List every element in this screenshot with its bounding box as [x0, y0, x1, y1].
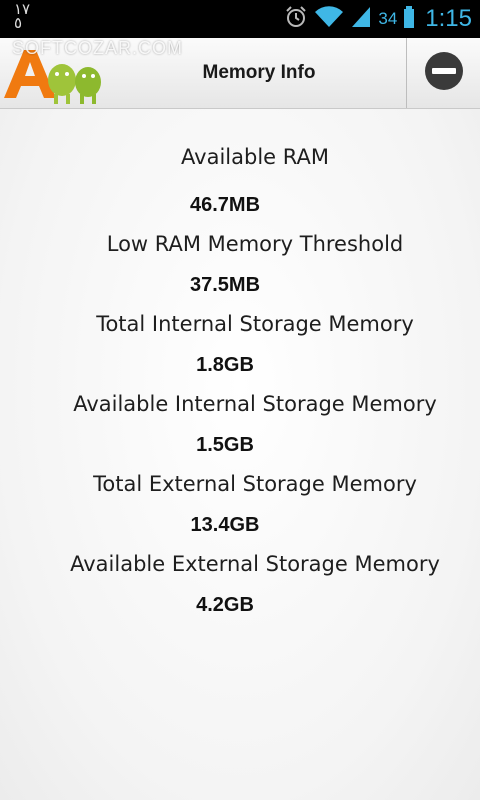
available-external-value: 4.2GB	[196, 594, 254, 616]
battery-level: 34	[378, 9, 398, 28]
battery-icon	[403, 5, 415, 33]
status-icons: 34 1:15	[284, 4, 472, 34]
signal-icon	[350, 5, 372, 33]
page-title: Memory Info	[202, 62, 316, 83]
status-left-text: ١٧ ٥	[14, 0, 31, 32]
available-external-label: Available External Storage Memory	[70, 552, 440, 576]
low-ram-threshold-label: Low RAM Memory Threshold	[106, 232, 404, 256]
available-internal-label: Available Internal Storage Memory	[73, 392, 437, 416]
clock: 1:15	[425, 5, 472, 32]
total-internal-label: Total Internal Storage Memory	[96, 312, 414, 336]
status-left-indicator: ١٧ ٥	[14, 0, 31, 32]
low-ram-threshold-value: 37.5MB	[189, 274, 261, 296]
available-ram-value: 46.7MB	[189, 194, 261, 216]
available-ram-label: Available RAM	[181, 145, 329, 169]
action-bar: SOFTCOZAR.COM Memory Info	[0, 38, 480, 109]
wifi-icon	[314, 5, 344, 33]
alarm-icon	[284, 5, 308, 33]
total-internal-value: 1.8GB	[196, 354, 254, 376]
memory-info-list: Available RAM 46.7MB Low RAM Memory Thre…	[0, 109, 480, 800]
status-bar: ١٧ ٥ 34 1:15	[0, 0, 480, 38]
total-external-label: Total External Storage Memory	[93, 472, 417, 496]
available-internal-value: 1.5GB	[196, 434, 254, 456]
total-external-value: 13.4GB	[190, 514, 260, 536]
minus-circle-icon	[423, 50, 465, 96]
close-button[interactable]	[407, 38, 480, 108]
app-logo: SOFTCOZAR.COM	[0, 38, 182, 108]
